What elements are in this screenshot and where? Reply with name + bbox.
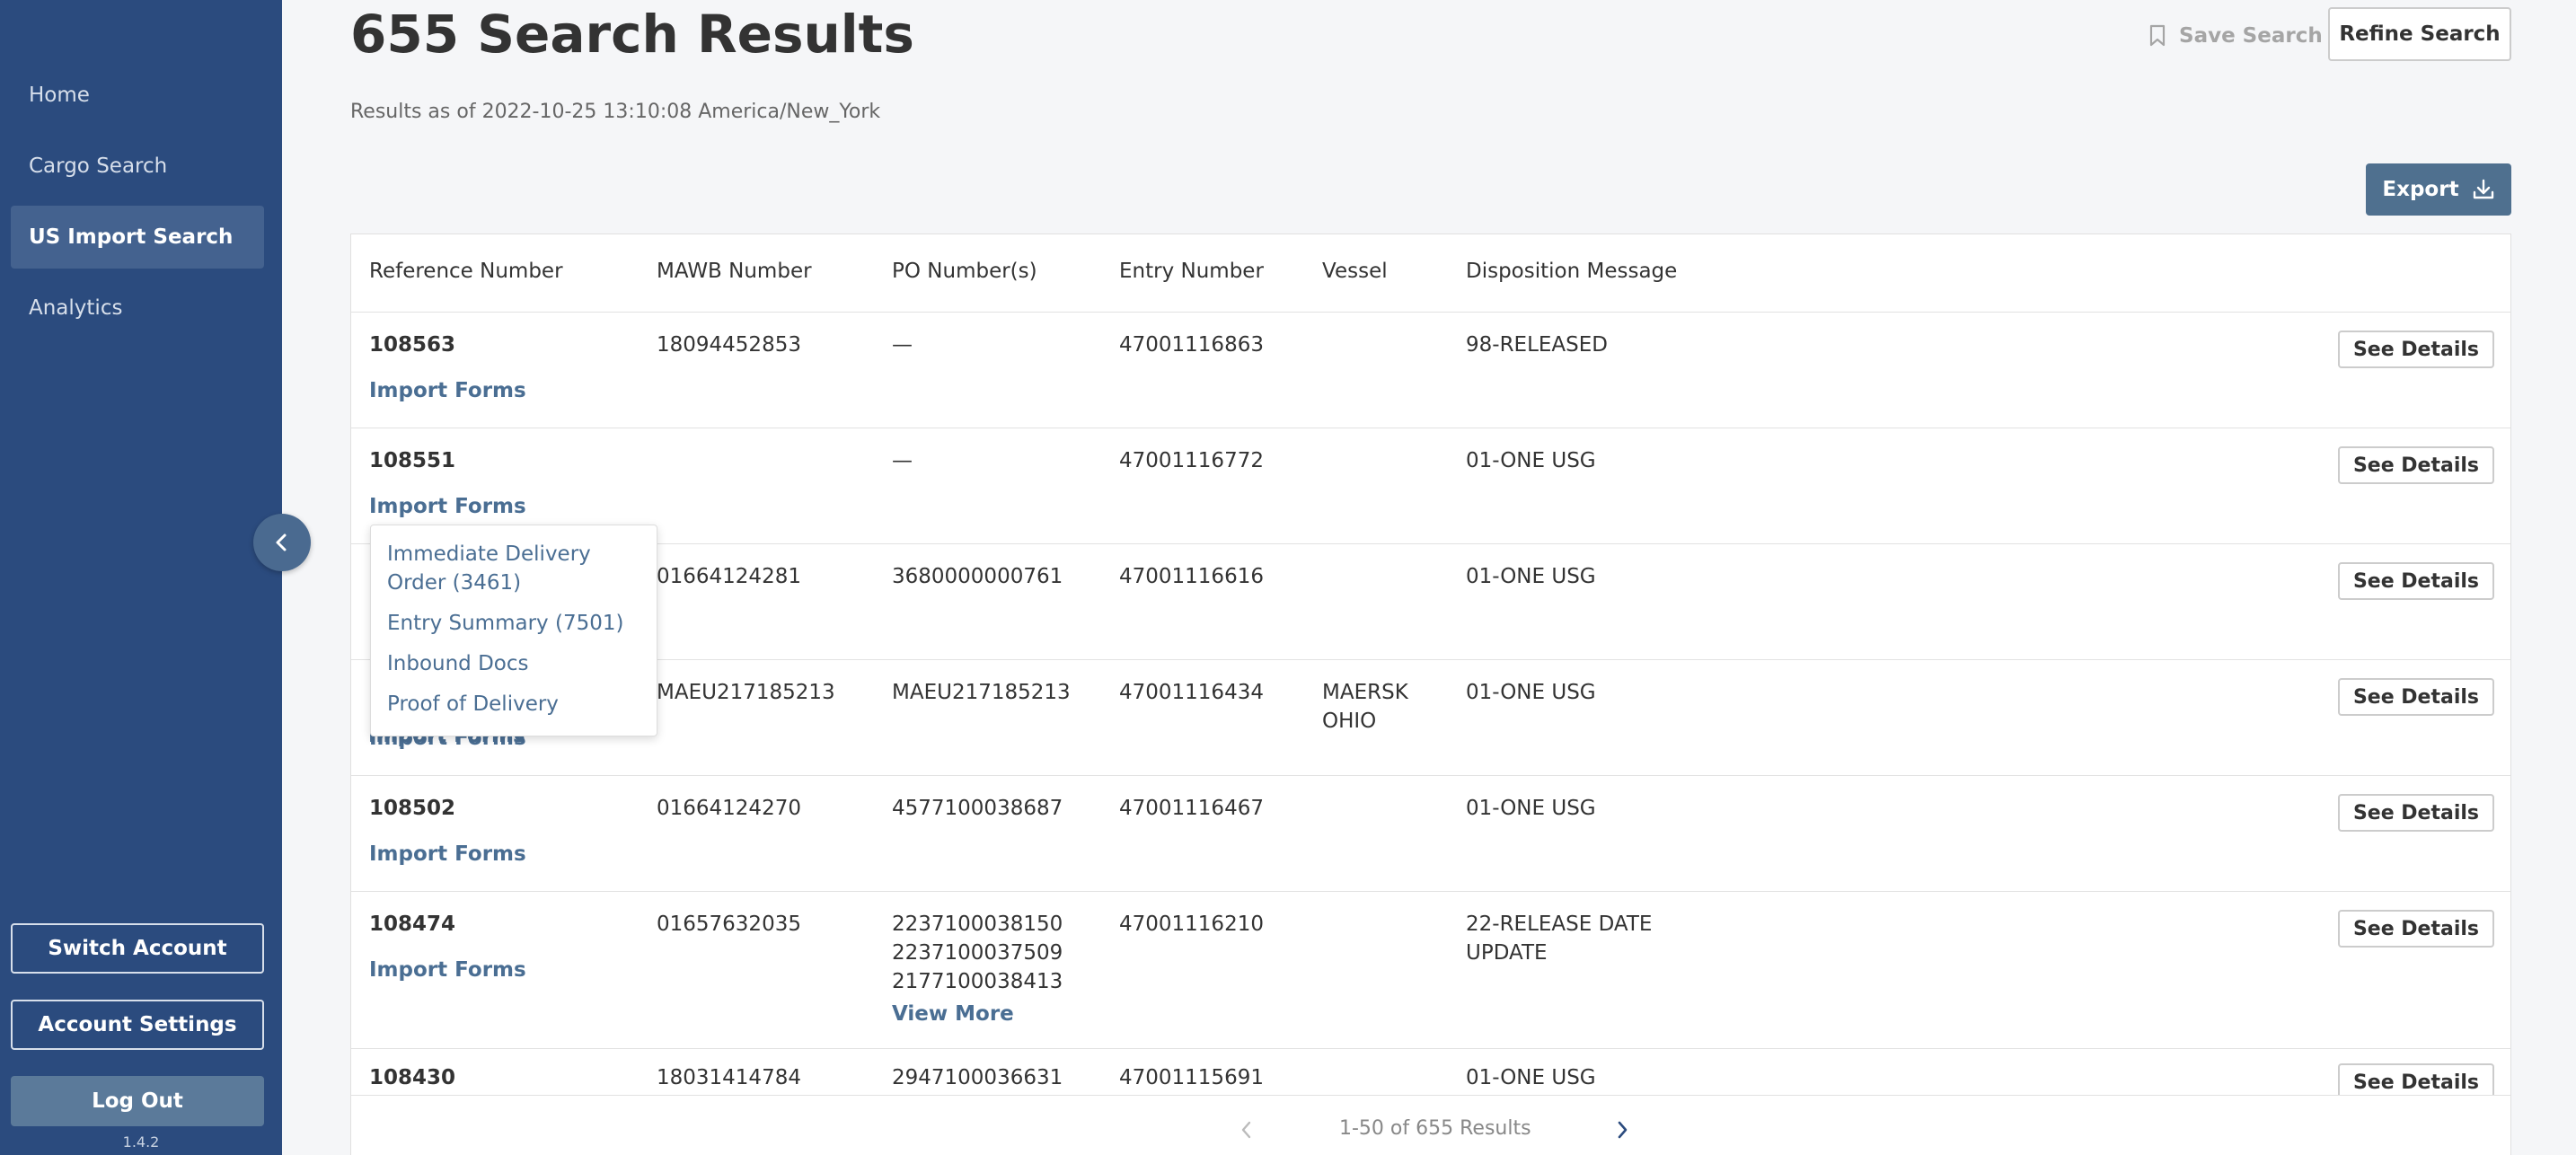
mawb-number: 01657632035 — [657, 913, 801, 936]
chevron-right-icon — [1618, 1121, 1628, 1139]
mawb-number: 18094452853 — [657, 333, 801, 357]
chevron-left-icon — [276, 533, 287, 551]
po-number: 2177100038413 — [892, 970, 1063, 993]
app-version: 1.4.2 — [122, 1133, 160, 1151]
entry-number: 47001116210 — [1119, 913, 1264, 936]
sidebar-item-analytics[interactable]: Analytics — [11, 277, 264, 339]
disposition-message: 98-RELEASED — [1466, 333, 1609, 357]
save-search-button[interactable]: Save Search — [2148, 16, 2323, 56]
see-details-button[interactable]: See Details — [2338, 910, 2494, 948]
reference-number: 108474 — [369, 913, 456, 936]
see-details-button[interactable]: See Details — [2338, 562, 2494, 600]
table-row: 108474 Import Forms 01657632035 22371000… — [351, 892, 2510, 1049]
see-details-button[interactable]: See Details — [2338, 446, 2494, 484]
chevron-left-icon — [1241, 1121, 1251, 1139]
table-row: 108502 Import Forms 01664124270 45771000… — [351, 776, 2510, 892]
results-timestamp: Results as of 2022-10-25 13:10:08 Americ… — [350, 101, 881, 123]
import-forms-menu: Immediate Delivery Order (3461) Entry Su… — [370, 525, 657, 736]
entry-number: 47001116434 — [1119, 681, 1264, 704]
po-number: — — [892, 333, 913, 357]
see-details-button[interactable]: See Details — [2338, 678, 2494, 716]
po-number: 4577100038687 — [892, 797, 1063, 820]
reference-number: 108563 — [369, 333, 456, 357]
menu-item-proof-of-delivery[interactable]: Proof of Delivery — [387, 690, 640, 719]
sidebar: Home Cargo Search US Import Search Analy… — [0, 0, 282, 1155]
po-number: 2947100036631 — [892, 1066, 1063, 1089]
disposition-message: 01-ONE USG — [1466, 449, 1596, 472]
export-label: Export — [2382, 178, 2459, 201]
entry-number: 47001115691 — [1119, 1066, 1264, 1089]
column-header-reference-number: Reference Number — [369, 260, 563, 283]
po-number: 2237100037509 — [892, 941, 1063, 965]
import-forms-link[interactable]: Import Forms — [369, 958, 526, 982]
column-header-mawb-number: MAWB Number — [657, 260, 812, 283]
table-row: Import Forms MAEU217185213 MAEU217185213… — [351, 660, 2510, 776]
bookmark-icon — [2149, 24, 2166, 47]
entry-number: 47001116616 — [1119, 565, 1264, 588]
refine-search-button[interactable]: Refine Search — [2328, 7, 2511, 61]
sidebar-item-label: Home — [29, 84, 90, 107]
switch-account-button[interactable]: Switch Account — [11, 923, 264, 974]
column-header-vessel: Vessel — [1322, 260, 1388, 283]
mawb-number: 01664124281 — [657, 565, 801, 588]
mawb-number: MAEU217185213 — [657, 681, 835, 704]
table-row: 108551 Import Forms — 47001116772 01-ONE… — [351, 428, 2510, 544]
next-page-button[interactable] — [1609, 1114, 1636, 1146]
entry-number: 47001116863 — [1119, 333, 1264, 357]
po-number: MAEU217185213 — [892, 681, 1071, 704]
download-icon — [2473, 179, 2493, 199]
sidebar-item-home[interactable]: Home — [11, 64, 264, 127]
menu-item-immediate-delivery-order[interactable]: Immediate Delivery Order (3461) — [387, 540, 640, 597]
pagination-status: 1-50 of 655 Results — [1339, 1117, 1531, 1140]
sidebar-item-us-import-search[interactable]: US Import Search — [11, 206, 264, 269]
disposition-message: 01-ONE USG — [1466, 797, 1596, 820]
entry-number: 47001116467 — [1119, 797, 1264, 820]
view-more-link[interactable]: View More — [892, 1000, 1063, 1028]
account-settings-button[interactable]: Account Settings — [11, 1000, 264, 1050]
vessel: MAERSK OHIO — [1322, 681, 1408, 733]
reference-number: 108430 — [369, 1066, 456, 1089]
sidebar-item-cargo-search[interactable]: Cargo Search — [11, 135, 264, 198]
table-row: 01664124281 3680000000761 47001116616 01… — [351, 544, 2510, 660]
po-number: — — [892, 449, 913, 472]
table-row: 108563 Import Forms 18094452853 — 470011… — [351, 313, 2510, 428]
column-header-disposition-message: Disposition Message — [1466, 260, 1678, 283]
import-forms-link[interactable]: Import Forms — [369, 495, 526, 518]
sidebar-item-label: US Import Search — [29, 225, 234, 249]
reference-number: 108551 — [369, 449, 456, 472]
disposition-message: 01-ONE USG — [1466, 681, 1596, 704]
save-search-label: Save Search — [2179, 24, 2323, 48]
column-header-entry-number: Entry Number — [1119, 260, 1264, 283]
menu-item-inbound-docs[interactable]: Inbound Docs — [387, 649, 640, 678]
mawb-number: 18031414784 — [657, 1066, 801, 1089]
pagination: 1-50 of 655 Results — [351, 1095, 2510, 1155]
collapse-sidebar-button[interactable] — [253, 514, 311, 571]
sidebar-item-label: Cargo Search — [29, 154, 168, 178]
sidebar-item-label: Analytics — [29, 296, 123, 320]
previous-page-button[interactable] — [1233, 1114, 1260, 1146]
page-title: 655 Search Results — [350, 4, 914, 65]
po-number: 2237100038150 — [892, 913, 1063, 936]
see-details-button[interactable]: See Details — [2338, 331, 2494, 368]
reference-number: 108502 — [369, 797, 456, 820]
disposition-message: 01-ONE USG — [1466, 565, 1596, 588]
results-table: Reference Number MAWB Number PO Number(s… — [350, 234, 2511, 1155]
menu-item-entry-summary[interactable]: Entry Summary (7501) — [387, 609, 640, 638]
po-number: 3680000000761 — [892, 565, 1063, 588]
entry-number: 47001116772 — [1119, 449, 1264, 472]
see-details-button[interactable]: See Details — [2338, 794, 2494, 832]
mawb-number: 01664124270 — [657, 797, 801, 820]
import-forms-link[interactable]: Import Forms — [369, 379, 526, 402]
disposition-message: 01-ONE USG — [1466, 1066, 1596, 1089]
column-header-po-numbers: PO Number(s) — [892, 260, 1037, 283]
log-out-button[interactable]: Log Out — [11, 1076, 264, 1126]
po-numbers: 2237100038150 2237100037509 217710003841… — [892, 910, 1063, 1028]
import-forms-link[interactable]: Import Forms — [369, 842, 526, 866]
disposition-message: 22-RELEASE DATE UPDATE — [1466, 913, 1653, 965]
export-button[interactable]: Export — [2366, 163, 2511, 216]
